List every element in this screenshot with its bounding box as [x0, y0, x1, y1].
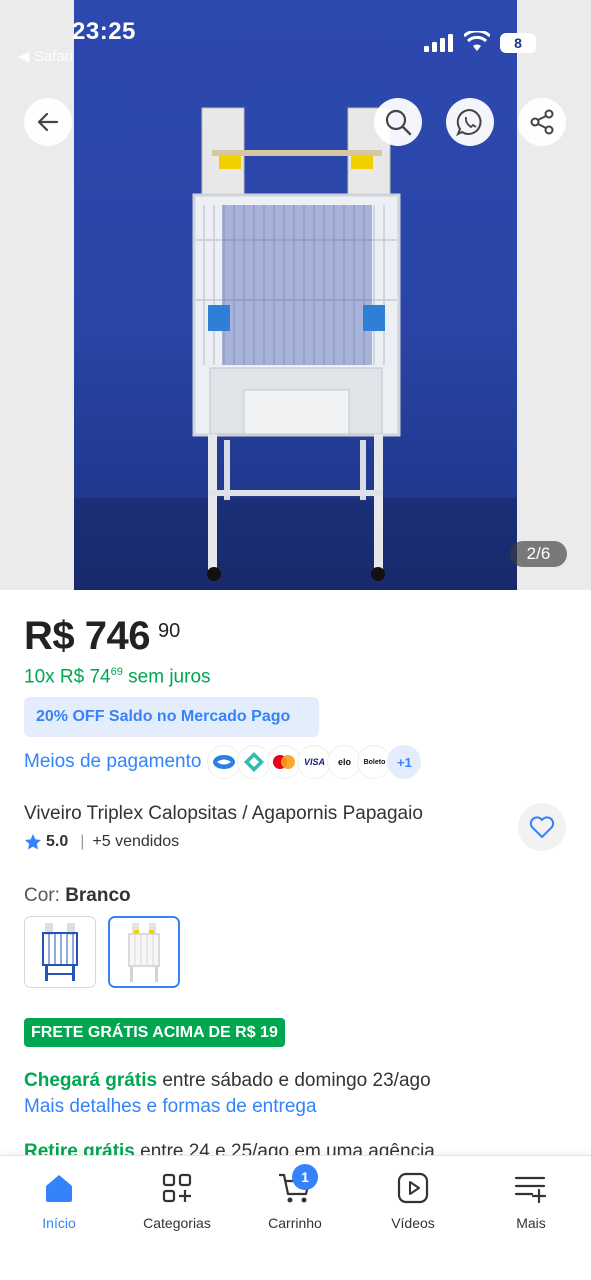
heart-icon	[529, 816, 555, 838]
payment-methods-link[interactable]: Meios de pagamento	[24, 751, 201, 773]
installments-suffix: sem juros	[122, 666, 211, 688]
nav-categories[interactable]: Categorias	[118, 1170, 236, 1231]
blue-cage-thumbnail	[25, 917, 95, 987]
star-icon	[25, 834, 41, 850]
categories-icon	[162, 1173, 192, 1203]
elo-text: elo	[337, 757, 351, 767]
wifi-icon	[464, 31, 490, 51]
product-photo[interactable]	[74, 0, 517, 590]
installments-prefix: 10x R$ 74	[24, 666, 111, 688]
color-label-prefix: Cor:	[24, 885, 60, 906]
installments-cents: 69	[110, 666, 123, 678]
rating-separator: |	[80, 833, 85, 850]
promo-badge: 20% OFF Saldo no Mercado Pago	[24, 697, 319, 737]
pix-icon	[237, 745, 272, 779]
arrival-free-label: Chegará grátis	[24, 1070, 158, 1091]
boleto-icon: Boleto	[357, 745, 392, 779]
color-label: Cor: Branco	[24, 885, 131, 907]
mercado-pago-icon	[207, 745, 242, 779]
price-cents: 90	[158, 620, 181, 642]
visa-icon: VISA	[297, 745, 332, 779]
nav-categories-label: Categorias	[143, 1215, 211, 1231]
rating-row[interactable]: 5.0 | +5 vendidos	[24, 833, 179, 851]
elo-icon: elo	[327, 745, 362, 779]
color-value: Branco	[65, 885, 131, 906]
nav-home[interactable]: Início	[0, 1170, 118, 1231]
status-bar: 23:25 ◀ Safari 8	[0, 0, 591, 70]
search-button[interactable]	[374, 98, 422, 146]
nav-home-label: Início	[42, 1215, 76, 1231]
menu-icon	[514, 1176, 547, 1204]
status-time: 23:25	[72, 18, 136, 45]
white-cage-thumbnail	[110, 918, 178, 986]
boleto-text: Boleto	[363, 758, 386, 766]
share-icon	[530, 109, 554, 135]
cart-count-badge: 1	[292, 1164, 318, 1190]
arrow-left-icon	[37, 112, 59, 132]
signal-icon	[424, 34, 453, 52]
back-button[interactable]	[24, 98, 72, 146]
nav-videos-label: Vídeos	[391, 1215, 435, 1231]
installments: 10x R$ 7469 sem juros	[24, 666, 211, 688]
sold-count: +5 vendidos	[92, 833, 180, 850]
whatsapp-share-button[interactable]	[446, 98, 494, 146]
mastercard-icon	[267, 745, 302, 779]
gallery-pager: 2/6	[510, 541, 567, 567]
price-main: R$ 746	[24, 614, 150, 658]
payment-methods[interactable]: Meios de pagamento VISA elo Boleto +1	[24, 745, 422, 779]
color-option-blue[interactable]	[24, 916, 96, 988]
price: R$ 746 90	[24, 614, 180, 659]
color-option-white[interactable]	[108, 916, 180, 988]
battery-indicator: 8	[500, 33, 536, 53]
free-shipping-badge: FRETE GRÁTIS ACIMA DE R$ 19	[24, 1018, 285, 1047]
nav-cart-label: Carrinho	[268, 1215, 322, 1231]
video-icon	[397, 1172, 429, 1204]
product-title: Viveiro Triplex Calopsitas / Agapornis P…	[24, 803, 423, 824]
home-icon	[46, 1175, 72, 1202]
more-payments-badge[interactable]: +1	[387, 745, 422, 779]
arrival-dates: entre sábado e domingo 23/ago	[157, 1070, 431, 1091]
whatsapp-icon	[456, 108, 482, 137]
bottom-navigation: Início Categorias 1 Carrinho Vídeos Mais	[0, 1155, 591, 1280]
product-gallery[interactable]: 23:25 ◀ Safari 8 2/6	[0, 0, 591, 590]
rating-score: 5.0	[46, 833, 69, 850]
share-button[interactable]	[518, 98, 566, 146]
nav-videos[interactable]: Vídeos	[354, 1170, 472, 1231]
shipping-details-link[interactable]: Mais detalhes e formas de entrega	[24, 1096, 317, 1118]
arrival-info: Chegará grátis entre sábado e domingo 23…	[24, 1070, 431, 1092]
search-icon	[385, 109, 412, 136]
back-to-app-link[interactable]: ◀ Safari	[18, 47, 73, 65]
nav-cart[interactable]: 1 Carrinho	[236, 1164, 354, 1231]
nav-more-label: Mais	[516, 1215, 546, 1231]
favorite-button[interactable]	[518, 803, 566, 851]
visa-text: VISA	[303, 757, 325, 767]
nav-more[interactable]: Mais	[472, 1170, 590, 1231]
cage-illustration	[192, 107, 401, 581]
